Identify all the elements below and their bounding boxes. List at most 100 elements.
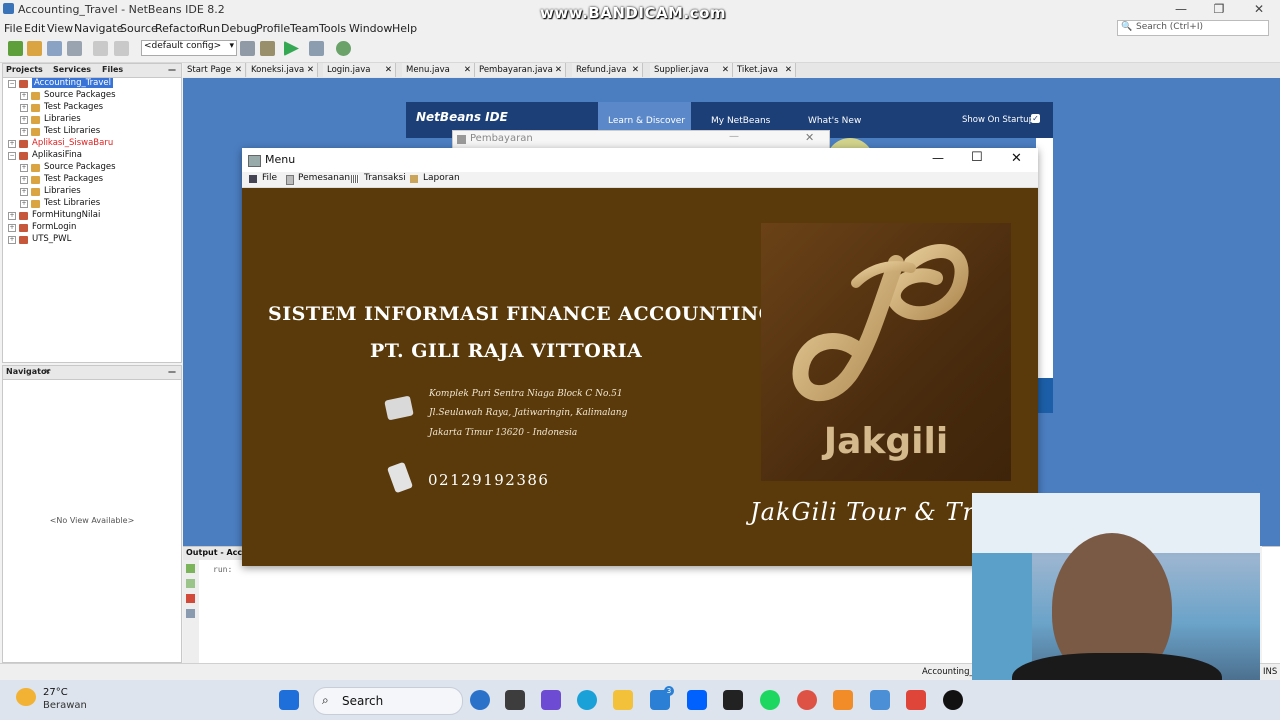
anydesk-icon[interactable] — [906, 690, 926, 710]
bolt-icon[interactable] — [723, 690, 743, 710]
menu-tools[interactable]: Tools — [319, 22, 346, 35]
clean-build-icon[interactable] — [260, 41, 275, 56]
maximize-button[interactable]: ❐ — [1204, 2, 1234, 16]
tree-expander[interactable]: + — [20, 104, 28, 112]
menu-close-button[interactable]: ✕ — [1011, 151, 1022, 166]
weather-condition[interactable]: Berawan — [43, 700, 87, 711]
menu-navigate[interactable]: Navigate — [74, 22, 123, 35]
tab-menu[interactable]: Menu.java ✕ — [402, 63, 475, 77]
menu-profile[interactable]: Profile — [256, 22, 290, 35]
tree-expander[interactable]: + — [20, 92, 28, 100]
tree-expander[interactable]: − — [8, 152, 16, 160]
tree-item[interactable]: Libraries — [44, 186, 81, 196]
tree-expander[interactable]: + — [20, 116, 28, 124]
close-icon[interactable]: ✕ — [235, 63, 242, 77]
record-icon[interactable] — [943, 690, 963, 710]
menu-run[interactable]: Run — [199, 22, 220, 35]
undo-icon[interactable] — [93, 41, 108, 56]
dropbox-icon[interactable] — [687, 690, 707, 710]
menu-item-pemesanan[interactable]: Pemesanan — [298, 173, 350, 183]
close-icon[interactable]: ✕ — [385, 63, 392, 77]
save-all-icon[interactable] — [67, 41, 82, 56]
chrome-icon[interactable] — [797, 690, 817, 710]
menu-minimize-button[interactable]: — — [932, 151, 944, 165]
close-icon[interactable]: ✕ — [785, 63, 792, 77]
settings-icon[interactable] — [186, 609, 195, 618]
tab-services[interactable]: Services — [53, 65, 91, 74]
tab-my-netbeans[interactable]: My NetBeans — [711, 116, 770, 126]
minimize-navigator-button[interactable]: — — [168, 367, 176, 376]
tree-item[interactable]: Source Packages — [44, 162, 116, 172]
tree-expander[interactable]: + — [8, 140, 16, 148]
tab-supplier[interactable]: Supplier.java ✕ — [650, 63, 733, 77]
pembayaran-close-button[interactable]: ✕ — [805, 131, 814, 144]
tree-expander[interactable]: − — [8, 80, 16, 88]
search-input[interactable]: 🔍 Search (Ctrl+I) — [1117, 20, 1269, 36]
close-navigator-icon[interactable]: ✕ — [44, 367, 51, 376]
close-icon[interactable]: ✕ — [555, 63, 562, 77]
menu-item-transaksi[interactable]: Transaksi — [364, 173, 406, 183]
tree-expander[interactable]: + — [20, 164, 28, 172]
tree-expander[interactable]: + — [20, 128, 28, 136]
chat-icon[interactable] — [541, 690, 561, 710]
tree-expander[interactable]: + — [20, 200, 28, 208]
tree-item[interactable]: AplikasiFina — [32, 150, 82, 160]
spotify-icon[interactable] — [760, 690, 780, 710]
minimize-button[interactable]: — — [1166, 2, 1196, 16]
tree-item[interactable]: Test Packages — [44, 174, 103, 184]
pembayaran-window[interactable]: Pembayaran — ✕ — [452, 130, 830, 150]
tree-item[interactable]: Source Packages — [44, 90, 116, 100]
close-icon[interactable]: ✕ — [632, 63, 639, 77]
open-project-icon[interactable] — [47, 41, 62, 56]
weather-temperature[interactable]: 27°C — [43, 687, 68, 698]
minimize-panel-button[interactable]: — — [168, 65, 176, 74]
pembayaran-minimize-button[interactable]: — — [729, 131, 739, 142]
bing-icon[interactable] — [470, 690, 490, 710]
close-icon[interactable]: ✕ — [722, 63, 729, 77]
xampp-icon[interactable] — [833, 690, 853, 710]
menu-team[interactable]: Team — [290, 22, 319, 35]
close-button[interactable]: ✕ — [1244, 2, 1274, 16]
menu-edit[interactable]: Edit — [24, 22, 45, 35]
tree-item[interactable]: FormHitungNilai — [32, 210, 100, 220]
menu-item-file[interactable]: File — [262, 173, 277, 183]
rerun-icon[interactable] — [186, 564, 195, 573]
tree-item[interactable]: FormLogin — [32, 222, 76, 232]
menu-maximize-button[interactable]: ☐ — [971, 150, 983, 165]
tree-expander[interactable]: + — [8, 212, 16, 220]
menu-refactor[interactable]: Refactor — [155, 22, 201, 35]
tree-item[interactable]: Test Libraries — [44, 126, 100, 136]
tree-item[interactable]: Accounting_Travel — [32, 78, 113, 88]
menu-view[interactable]: View — [47, 22, 73, 35]
tab-pembayaran[interactable]: Pembayaran.java ✕ — [475, 63, 566, 77]
debug-icon[interactable] — [309, 41, 324, 56]
menu-file[interactable]: File — [4, 22, 22, 35]
taskbar-search[interactable]: ⌕ Search — [313, 687, 463, 715]
show-on-startup-checkbox[interactable]: ✓ — [1031, 114, 1040, 123]
netbeans-taskbar-icon[interactable] — [870, 690, 890, 710]
tree-expander[interactable]: + — [8, 224, 16, 232]
tab-whats-new[interactable]: What's New — [808, 116, 861, 126]
config-select[interactable]: <default config> ▾ — [141, 40, 237, 56]
menu-debug[interactable]: Debug — [221, 22, 257, 35]
profile-icon[interactable] — [336, 41, 351, 56]
new-file-icon[interactable] — [27, 41, 42, 56]
close-icon[interactable]: ✕ — [464, 63, 471, 77]
build-icon[interactable] — [240, 41, 255, 56]
tree-expander[interactable]: + — [20, 176, 28, 184]
tree-item[interactable]: Libraries — [44, 114, 81, 124]
run-icon[interactable] — [284, 41, 299, 56]
tab-login[interactable]: Login.java ✕ — [323, 63, 396, 77]
tab-start-page[interactable]: Start Page ✕ — [183, 63, 246, 77]
tab-tiket[interactable]: Tiket.java ✕ — [733, 63, 796, 77]
weather-icon[interactable] — [16, 688, 36, 706]
tree-item[interactable]: UTS_PWL — [32, 234, 71, 244]
tree-item[interactable]: Aplikasi_SiswaBaru — [32, 138, 113, 148]
start-icon[interactable] — [279, 690, 299, 710]
tree-item[interactable]: Test Packages — [44, 102, 103, 112]
tab-koneksi[interactable]: Koneksi.java ✕ — [247, 63, 318, 77]
edge-icon[interactable] — [577, 690, 597, 710]
task-view-icon[interactable] — [505, 690, 525, 710]
tree-expander[interactable]: + — [8, 236, 16, 244]
redo-icon[interactable] — [114, 41, 129, 56]
